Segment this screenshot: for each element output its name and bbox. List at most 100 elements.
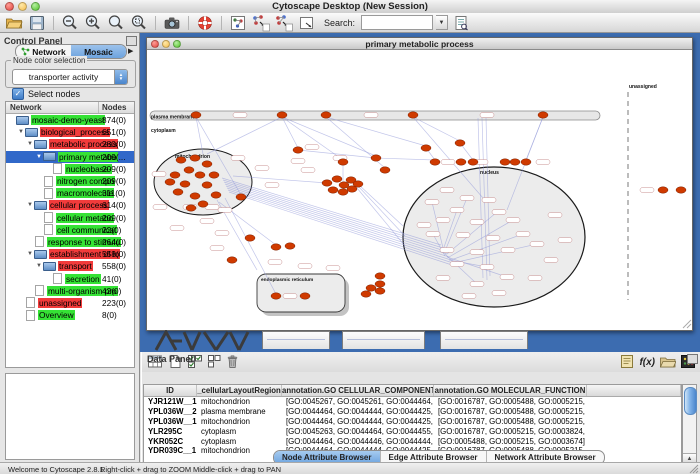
network-node[interactable] xyxy=(322,180,332,186)
network-node-label[interactable] xyxy=(441,160,455,165)
disclosure-triangle-icon[interactable]: ▼ xyxy=(26,202,34,208)
network-node-label[interactable] xyxy=(516,232,530,237)
network-node[interactable] xyxy=(676,187,686,193)
network-node-label[interactable] xyxy=(500,275,514,280)
float-panel-icon[interactable] xyxy=(687,354,698,364)
network-node-label[interactable] xyxy=(298,264,312,269)
network-node[interactable] xyxy=(227,257,237,263)
attribute-notes-button[interactable] xyxy=(619,354,635,371)
network-node[interactable] xyxy=(521,159,531,165)
network-node[interactable] xyxy=(202,161,212,167)
unselect-attributes-button[interactable] xyxy=(207,354,221,371)
network-node[interactable] xyxy=(176,157,186,163)
network-node[interactable] xyxy=(430,159,440,165)
network-node[interactable] xyxy=(170,172,180,178)
network-node-label[interactable] xyxy=(231,156,245,161)
network-node-label[interactable] xyxy=(152,172,166,177)
tree-row[interactable]: ▼transport558(0) xyxy=(6,260,134,272)
tree-row[interactable]: ▼establishment of lo558(0) xyxy=(6,248,134,260)
tree-row[interactable]: multi-organism pro42(0) xyxy=(6,285,134,297)
background-window-glyphs[interactable] xyxy=(150,330,255,351)
network-node[interactable] xyxy=(190,155,200,161)
tree-row[interactable]: Overview8(0) xyxy=(6,309,134,321)
network-node-label[interactable] xyxy=(170,226,184,231)
network-node[interactable] xyxy=(338,189,348,195)
table-row[interactable]: YJR121W__1mitochondrion[GO:0045267, GO:0… xyxy=(144,397,681,407)
network-node-label[interactable] xyxy=(470,220,484,225)
network-node-label[interactable] xyxy=(215,231,229,236)
dropdown-stepper-icon[interactable]: ▲▼ xyxy=(114,70,127,84)
tree-row[interactable]: ▼biological_process651(0) xyxy=(6,126,134,138)
network-node[interactable] xyxy=(468,159,478,165)
network-node-label[interactable] xyxy=(528,276,542,281)
tree-row[interactable]: response to stimulu264(0) xyxy=(6,236,134,248)
disclosure-triangle-icon[interactable]: ▼ xyxy=(26,251,34,257)
network-node-label[interactable] xyxy=(558,238,572,243)
network-window-titlebar[interactable]: primary metabolic process xyxy=(147,38,692,50)
network-node-label[interactable] xyxy=(440,188,454,193)
network-node[interactable] xyxy=(366,285,376,291)
search-dropdown-arrow[interactable]: ▼ xyxy=(436,15,448,30)
network-node[interactable] xyxy=(538,112,548,118)
network-node-label[interactable] xyxy=(301,168,315,173)
network-node[interactable] xyxy=(347,186,357,192)
network-node-label[interactable] xyxy=(153,205,167,210)
network-node[interactable] xyxy=(658,187,668,193)
birds-eye-view[interactable] xyxy=(5,373,135,460)
network-node-label[interactable] xyxy=(480,113,494,118)
network-node-label[interactable] xyxy=(482,198,496,203)
network-view-window[interactable]: primary metabolic process plasma membran… xyxy=(146,37,693,331)
network-node-label[interactable] xyxy=(436,218,450,223)
network-node-label[interactable] xyxy=(501,248,515,253)
network-node-label[interactable] xyxy=(640,188,654,193)
background-window[interactable] xyxy=(262,331,330,349)
network-node[interactable] xyxy=(321,112,331,118)
open-session-button[interactable] xyxy=(4,14,24,32)
network-node-label[interactable] xyxy=(305,145,319,150)
network-node[interactable] xyxy=(245,235,255,241)
network-node[interactable] xyxy=(338,159,348,165)
disclosure-triangle-icon[interactable]: ▼ xyxy=(26,141,34,147)
network-node-label[interactable] xyxy=(417,223,431,228)
network-node-label[interactable] xyxy=(470,282,484,287)
network-node[interactable] xyxy=(371,155,381,161)
network-node-label[interactable] xyxy=(548,213,562,218)
tree-row[interactable]: nitrogen compo209(0) xyxy=(6,175,134,187)
network-node-label[interactable] xyxy=(364,113,378,118)
network-node[interactable] xyxy=(408,112,418,118)
tree-row[interactable]: mosaic-demo-yeast874(0) xyxy=(6,114,134,126)
network-node-label[interactable] xyxy=(291,159,305,164)
network-node[interactable] xyxy=(190,193,200,199)
network-node-label[interactable] xyxy=(426,232,440,237)
new-network-from-selected-edges-button[interactable] xyxy=(274,14,294,32)
tree-row[interactable]: secretion41(0) xyxy=(6,272,134,284)
disclosure-triangle-icon[interactable]: ▼ xyxy=(35,154,43,160)
network-node-label[interactable] xyxy=(265,183,279,188)
tree-row[interactable]: nucleobase-209(0) xyxy=(6,163,134,175)
network-node[interactable] xyxy=(455,140,465,146)
table-scrollbar[interactable]: ▲ ▼ xyxy=(682,384,697,474)
network-node[interactable] xyxy=(195,172,205,178)
network-node[interactable] xyxy=(421,145,431,151)
tree-row[interactable]: ▼metabolic process280(0) xyxy=(6,138,134,150)
network-node[interactable] xyxy=(285,243,295,249)
network-node[interactable] xyxy=(202,182,212,188)
network-node-label[interactable] xyxy=(480,265,494,270)
network-node-label[interactable] xyxy=(200,219,214,224)
network-node-label[interactable] xyxy=(530,242,544,247)
scrollbar-thumb[interactable] xyxy=(684,387,697,415)
network-node-label[interactable] xyxy=(544,258,558,263)
col-header-cellular-component[interactable]: annotation.GO CELLULAR_COMPONENT xyxy=(282,385,434,396)
network-node[interactable] xyxy=(198,201,208,207)
network-node[interactable] xyxy=(236,194,246,200)
network-node[interactable] xyxy=(277,112,287,118)
network-node-label[interactable] xyxy=(462,294,476,299)
snapshot-button[interactable] xyxy=(162,14,182,32)
annotation-button[interactable] xyxy=(297,14,317,32)
background-window[interactable] xyxy=(342,331,425,349)
network-overview-button[interactable] xyxy=(228,14,248,32)
table-row[interactable]: YKR052Ccytoplasm[GO:0044464, GO:0044446,… xyxy=(144,437,681,447)
network-node[interactable] xyxy=(375,281,385,287)
table-row[interactable]: YLR295Ccytoplasm[GO:0045263, GO:0044464,… xyxy=(144,427,681,437)
table-row[interactable]: YPL036W__1mitochondrion[GO:0044464, GO:0… xyxy=(144,417,681,427)
